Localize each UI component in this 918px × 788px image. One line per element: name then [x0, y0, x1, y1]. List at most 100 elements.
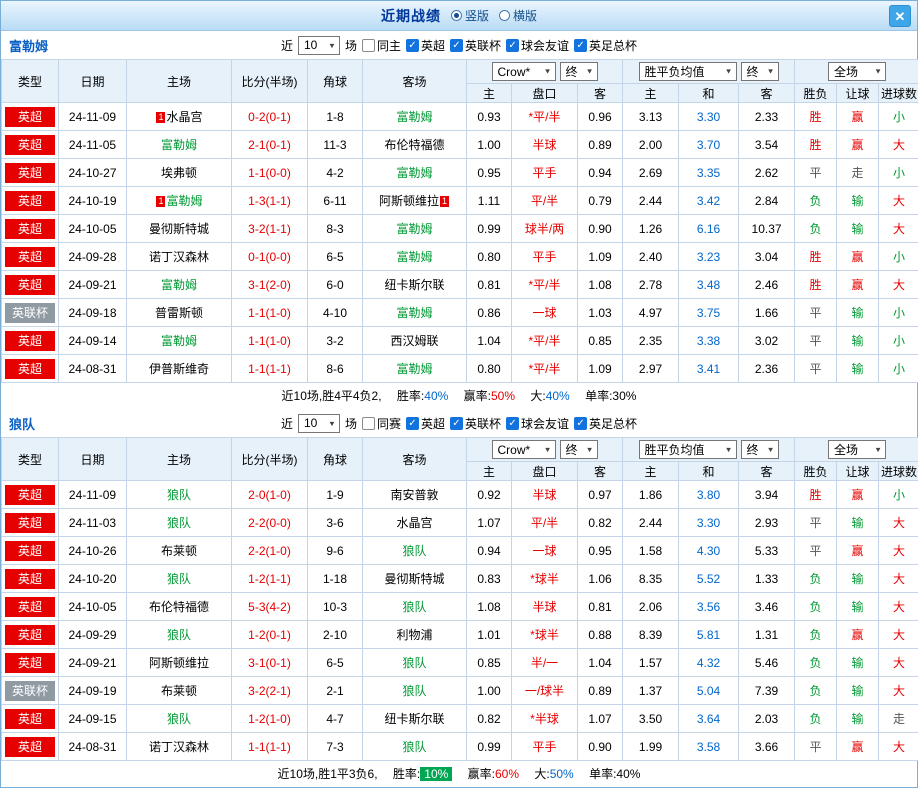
home-team-name[interactable]: 曼彻斯特城 [149, 222, 209, 236]
home-team-name[interactable]: 富勒姆 [166, 194, 202, 208]
home-team-name[interactable]: 阿斯顿维拉 [149, 656, 209, 670]
away-team-name[interactable]: 狼队 [402, 544, 426, 558]
home-team-cell[interactable]: 富勒姆 [127, 131, 232, 159]
away-team-name[interactable]: 纽卡斯尔联 [384, 278, 444, 292]
away-team-cell[interactable]: 阿斯顿维拉1 [363, 187, 467, 215]
home-team-name[interactable]: 狼队 [167, 628, 191, 642]
home-team-name[interactable]: 富勒姆 [161, 138, 197, 152]
home-team-cell[interactable]: 普雷斯顿 [127, 299, 232, 327]
league-checkbox-epl[interactable]: ✓ 英超 [406, 415, 445, 432]
home-team-name[interactable]: 狼队 [167, 488, 191, 502]
away-team-name[interactable]: 富勒姆 [396, 166, 432, 180]
away-team-name[interactable]: 富勒姆 [396, 110, 432, 124]
same-venue-checkbox[interactable]: 同主 [362, 37, 401, 54]
away-team-name[interactable]: 富勒姆 [396, 222, 432, 236]
away-team-cell[interactable]: 富勒姆 [363, 103, 467, 131]
home-team-name[interactable]: 布莱顿 [161, 684, 197, 698]
vertical-layout-radio[interactable]: 竖版 [451, 7, 489, 24]
away-team-name[interactable]: 水晶宫 [396, 516, 432, 530]
home-team-cell[interactable]: 布莱顿 [127, 537, 232, 565]
away-team-cell[interactable]: 南安普敦 [363, 481, 467, 509]
match-count-select[interactable]: 10 ▼ [298, 36, 340, 55]
home-team-name[interactable]: 布伦特福德 [149, 600, 209, 614]
league-checkbox-club-friendly[interactable]: ✓ 球会友谊 [506, 37, 569, 54]
away-team-cell[interactable]: 富勒姆 [363, 243, 467, 271]
home-team-name[interactable]: 狼队 [167, 572, 191, 586]
away-team-cell[interactable]: 富勒姆 [363, 215, 467, 243]
away-team-cell[interactable]: 纽卡斯尔联 [363, 271, 467, 299]
horizontal-layout-radio[interactable]: 横版 [499, 7, 537, 24]
league-checkbox-league-cup[interactable]: ✓ 英联杯 [450, 415, 501, 432]
away-team-name[interactable]: 狼队 [402, 600, 426, 614]
away-team-name[interactable]: 富勒姆 [396, 362, 432, 376]
league-checkbox-fa-cup[interactable]: ✓ 英足总杯 [574, 37, 637, 54]
home-team-cell[interactable]: 狼队 [127, 705, 232, 733]
away-team-cell[interactable]: 富勒姆 [363, 159, 467, 187]
home-team-name[interactable]: 普雷斯顿 [155, 306, 203, 320]
home-team-cell[interactable]: 狼队 [127, 621, 232, 649]
home-team-name[interactable]: 水晶宫 [166, 110, 202, 124]
match-count-select[interactable]: 10 ▼ [298, 414, 340, 433]
home-team-cell[interactable]: 诺丁汉森林 [127, 733, 232, 761]
home-team-name[interactable]: 狼队 [167, 712, 191, 726]
odds-time-select[interactable]: 终▼ [560, 440, 598, 459]
home-team-cell[interactable]: 狼队 [127, 509, 232, 537]
away-team-name[interactable]: 狼队 [402, 684, 426, 698]
home-team-cell[interactable]: 诺丁汉森林 [127, 243, 232, 271]
home-team-cell[interactable]: 布伦特福德 [127, 593, 232, 621]
away-team-cell[interactable]: 富勒姆 [363, 355, 467, 383]
away-team-cell[interactable]: 水晶宫 [363, 509, 467, 537]
home-team-cell[interactable]: 布莱顿 [127, 677, 232, 705]
home-team-cell[interactable]: 曼彻斯特城 [127, 215, 232, 243]
odds-company-select[interactable]: Crow*▼ [492, 62, 556, 81]
home-team-cell[interactable]: 伊普斯维奇 [127, 355, 232, 383]
away-team-name[interactable]: 富勒姆 [396, 250, 432, 264]
odds-time-select[interactable]: 终▼ [560, 62, 598, 81]
home-team-cell[interactable]: 狼队 [127, 481, 232, 509]
scope-select[interactable]: 全场▼ [828, 440, 886, 459]
away-team-cell[interactable]: 西汉姆联 [363, 327, 467, 355]
home-team-cell[interactable]: 狼队 [127, 565, 232, 593]
away-team-name[interactable]: 曼彻斯特城 [384, 572, 444, 586]
away-team-name[interactable]: 狼队 [402, 656, 426, 670]
away-team-name[interactable]: 富勒姆 [396, 306, 432, 320]
away-team-cell[interactable]: 狼队 [363, 733, 467, 761]
away-team-cell[interactable]: 利物浦 [363, 621, 467, 649]
home-team-name[interactable]: 狼队 [167, 516, 191, 530]
league-checkbox-league-cup[interactable]: ✓ 英联杯 [450, 37, 501, 54]
away-team-cell[interactable]: 狼队 [363, 677, 467, 705]
odds-company-select[interactable]: Crow*▼ [492, 440, 556, 459]
away-team-cell[interactable]: 富勒姆 [363, 299, 467, 327]
home-team-name[interactable]: 伊普斯维奇 [149, 362, 209, 376]
close-button[interactable]: ✕ [889, 5, 911, 27]
away-team-cell[interactable]: 纽卡斯尔联 [363, 705, 467, 733]
avg-time-select[interactable]: 终▼ [741, 62, 779, 81]
avg-time-select[interactable]: 终▼ [741, 440, 779, 459]
home-team-name[interactable]: 布莱顿 [161, 544, 197, 558]
avg-type-select[interactable]: 胜平负均值▼ [639, 62, 737, 81]
home-team-name[interactable]: 埃弗顿 [161, 166, 197, 180]
league-checkbox-club-friendly[interactable]: ✓ 球会友谊 [506, 415, 569, 432]
league-checkbox-fa-cup[interactable]: ✓ 英足总杯 [574, 415, 637, 432]
avg-type-select[interactable]: 胜平负均值▼ [639, 440, 737, 459]
league-checkbox-epl[interactable]: ✓ 英超 [406, 37, 445, 54]
away-team-cell[interactable]: 布伦特福德 [363, 131, 467, 159]
away-team-cell[interactable]: 狼队 [363, 593, 467, 621]
away-team-name[interactable]: 南安普敦 [390, 488, 438, 502]
away-team-cell[interactable]: 曼彻斯特城 [363, 565, 467, 593]
away-team-name[interactable]: 狼队 [402, 740, 426, 754]
away-team-name[interactable]: 阿斯顿维拉 [379, 194, 439, 208]
home-team-name[interactable]: 诺丁汉森林 [149, 740, 209, 754]
away-team-name[interactable]: 利物浦 [396, 628, 432, 642]
home-team-cell[interactable]: 1富勒姆 [127, 187, 232, 215]
away-team-name[interactable]: 西汉姆联 [390, 334, 438, 348]
home-team-cell[interactable]: 埃弗顿 [127, 159, 232, 187]
home-team-cell[interactable]: 富勒姆 [127, 271, 232, 299]
scope-select[interactable]: 全场▼ [828, 62, 886, 81]
away-team-cell[interactable]: 狼队 [363, 649, 467, 677]
away-team-cell[interactable]: 狼队 [363, 537, 467, 565]
home-team-cell[interactable]: 阿斯顿维拉 [127, 649, 232, 677]
home-team-cell[interactable]: 1水晶宫 [127, 103, 232, 131]
away-team-name[interactable]: 布伦特福德 [384, 138, 444, 152]
home-team-name[interactable]: 诺丁汉森林 [149, 250, 209, 264]
